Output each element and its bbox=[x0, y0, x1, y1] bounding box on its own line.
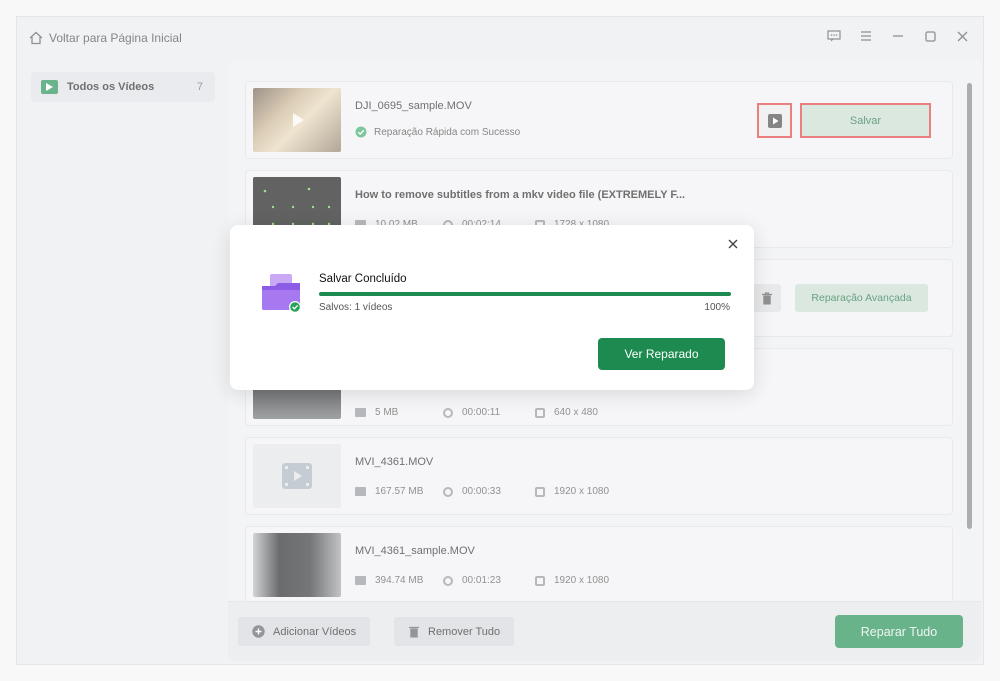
view-repaired-button[interactable]: Ver Reparado bbox=[598, 338, 725, 370]
saved-folder-icon bbox=[262, 274, 301, 313]
save-progress-bar bbox=[319, 292, 731, 296]
save-complete-dialog: Salvar Concluído Salvos: 1 vídeos 100% V… bbox=[230, 225, 754, 390]
progress-percent: 100% bbox=[704, 302, 730, 313]
progress-fill bbox=[319, 292, 731, 296]
saved-count-text: Salvos: 1 vídeos bbox=[319, 302, 393, 313]
dialog-close-icon[interactable] bbox=[728, 236, 738, 254]
dialog-title: Salvar Concluído bbox=[319, 273, 407, 285]
modal-overlay: Salvar Concluído Salvos: 1 vídeos 100% V… bbox=[0, 0, 1000, 681]
